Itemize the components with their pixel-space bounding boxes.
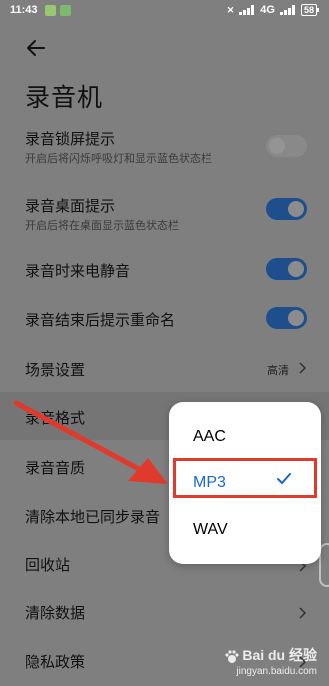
lock-screen-toggle[interactable] (266, 135, 307, 157)
checkmark-icon (277, 473, 291, 485)
page-title: 录音机 (25, 83, 104, 112)
setting-label: 清除本地已同步录音 (25, 508, 161, 526)
toggle-knob (288, 261, 304, 277)
toggle-knob (288, 201, 304, 217)
setting-clear-data[interactable]: 清除数据 (0, 596, 329, 632)
annotation-highlight-box (173, 458, 317, 498)
wechat-icon (60, 5, 71, 16)
mute-calls-toggle[interactable] (266, 258, 307, 280)
setting-label: 回收站 (25, 556, 71, 574)
signal-icon (239, 5, 255, 15)
setting-mute-calls[interactable]: 录音时来电静音 (0, 254, 329, 286)
setting-lock-screen-tip[interactable]: 录音锁屏提示 开启后将闪烁呼吸灯和显示蓝色状态栏 (0, 124, 329, 172)
setting-description: 开启后将闪烁呼吸灯和显示蓝色状态栏 (25, 152, 212, 165)
setting-scene[interactable]: 场景设置 高清 (0, 350, 329, 386)
format-option-aac[interactable]: AAC (193, 428, 226, 446)
setting-description: 开启后将在桌面显示蓝色状态栏 (25, 219, 179, 232)
toggle-knob (288, 310, 304, 326)
status-bar: 11:43 ✕ 4G 58 (0, 0, 329, 22)
format-option-wav[interactable]: WAV (193, 521, 228, 539)
chevron-right-icon (299, 607, 307, 619)
watermark-url: jingyan.baidu.com (236, 666, 317, 677)
setting-label: 录音格式 (25, 409, 86, 427)
setting-label: 录音时来电静音 (25, 262, 131, 280)
network-type: 4G (260, 4, 275, 16)
notification-icon (45, 5, 56, 16)
back-arrow-icon[interactable] (24, 36, 48, 60)
watermark: Bai du 经验 jingyan.baidu.com (224, 646, 317, 678)
watermark-brand: Bai du 经验 (242, 646, 317, 663)
scene-value: 高清 (267, 364, 289, 377)
mute-icon: ✕ (226, 4, 235, 15)
status-time: 11:43 (10, 4, 38, 16)
signal-icon-2 (279, 5, 296, 15)
setting-label: 录音结束后提示重命名 (25, 311, 176, 329)
setting-desktop-tip[interactable]: 录音桌面提示 开启后将在桌面显示蓝色状态栏 (0, 191, 329, 239)
chevron-right-icon (299, 362, 307, 374)
toggle-knob (269, 138, 285, 154)
setting-label: 录音音质 (25, 459, 86, 477)
setting-label: 录音桌面提示 (25, 197, 116, 215)
setting-rename-tip[interactable]: 录音结束后提示重命名 (0, 303, 329, 335)
battery-icon: 58 (300, 4, 320, 16)
setting-label: 录音锁屏提示 (25, 130, 116, 148)
paw-logo-icon (224, 650, 239, 663)
setting-label: 清除数据 (25, 604, 86, 622)
format-popup-menu: AAC MP3 WAV (169, 402, 321, 564)
status-indicators: ✕ 4G 58 (226, 4, 320, 16)
setting-label: 场景设置 (25, 361, 86, 379)
rename-tip-toggle[interactable] (266, 307, 307, 329)
desktop-tip-toggle[interactable] (266, 198, 307, 220)
setting-label: 隐私政策 (25, 653, 86, 671)
